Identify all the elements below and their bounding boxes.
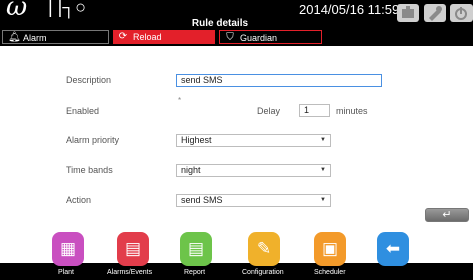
report-button[interactable]: ▤ bbox=[180, 232, 212, 266]
logo-text: | |┐○ bbox=[48, 0, 86, 17]
configuration-icon: ✎ bbox=[256, 239, 272, 258]
chevron-down-icon: ▼ bbox=[320, 197, 326, 203]
description-field[interactable]: send SMS bbox=[176, 74, 382, 87]
nav-label-report: Report bbox=[184, 269, 206, 276]
nav-label-scheduler: Scheduler bbox=[314, 269, 346, 276]
enabled-label: Enabled bbox=[66, 106, 100, 116]
report-icon: ▤ bbox=[187, 239, 205, 258]
nav-label-configuration: Configuration bbox=[242, 269, 284, 276]
nav-label-alarms-events: Alarms/Events bbox=[107, 269, 153, 276]
delay-input[interactable]: 1 bbox=[299, 104, 330, 117]
chevron-down-icon: ▼ bbox=[320, 137, 326, 143]
guardian-icon: ⛉ bbox=[226, 32, 234, 43]
bell-icon: 🔔︎ bbox=[8, 32, 21, 43]
settings-icon[interactable] bbox=[424, 4, 446, 22]
plant-icon: ▦ bbox=[59, 239, 77, 258]
delay-label: Delay bbox=[257, 106, 281, 116]
alarm-priority-label: Alarm priority bbox=[66, 135, 120, 145]
top-bar: ω | |┐○ Rule details 2014/05/16 11:59 🔔︎… bbox=[0, 0, 473, 46]
description-label: Description bbox=[66, 75, 112, 85]
tab-alarm-label: Alarm bbox=[23, 33, 47, 43]
scheduler-icon: ▣ bbox=[321, 239, 339, 258]
nav-label-plant: Plant bbox=[58, 269, 74, 276]
time-bands-select[interactable]: night ▼ bbox=[176, 164, 331, 177]
action-label: Action bbox=[66, 195, 92, 205]
alarm-priority-value: Highest bbox=[181, 135, 212, 145]
datetime-display: 2014/05/16 11:59 bbox=[299, 2, 400, 17]
alarms-events-button[interactable]: ▤ bbox=[117, 232, 149, 266]
plant-button[interactable]: ▦ bbox=[52, 232, 84, 266]
tab-guardian-label: Guardian bbox=[240, 33, 278, 43]
scheduler-button[interactable]: ▣ bbox=[314, 232, 346, 266]
back-arrow-icon: ⬅ bbox=[385, 239, 401, 258]
enabled-checkbox[interactable]: * bbox=[178, 97, 181, 105]
chevron-down-icon: ▼ bbox=[320, 167, 326, 173]
alarm-priority-select[interactable]: Highest ▼ bbox=[176, 134, 331, 147]
enter-button[interactable]: ↵ bbox=[425, 208, 469, 222]
network-icon[interactable] bbox=[397, 4, 419, 22]
configuration-button[interactable]: ✎ bbox=[248, 232, 280, 266]
time-bands-label: Time bands bbox=[66, 165, 113, 175]
action-value: send SMS bbox=[181, 195, 223, 205]
time-bands-value: night bbox=[181, 165, 201, 175]
action-select[interactable]: send SMS ▼ bbox=[176, 194, 331, 207]
tab-alarm[interactable]: 🔔︎ Alarm bbox=[2, 30, 109, 44]
tab-reload-label: Reload bbox=[133, 32, 162, 42]
back-button[interactable]: ⬅ bbox=[377, 232, 409, 266]
alarms-events-icon: ▤ bbox=[124, 239, 142, 258]
page-title: Rule details bbox=[191, 18, 249, 29]
reload-icon: ⟳ bbox=[118, 31, 128, 42]
enter-icon: ↵ bbox=[442, 209, 452, 221]
tab-guardian[interactable]: ⛉ Guardian bbox=[219, 30, 322, 44]
power-icon[interactable] bbox=[450, 4, 473, 22]
minutes-label: minutes bbox=[336, 106, 368, 116]
tab-reload[interactable]: ⟳ Reload bbox=[113, 30, 215, 44]
